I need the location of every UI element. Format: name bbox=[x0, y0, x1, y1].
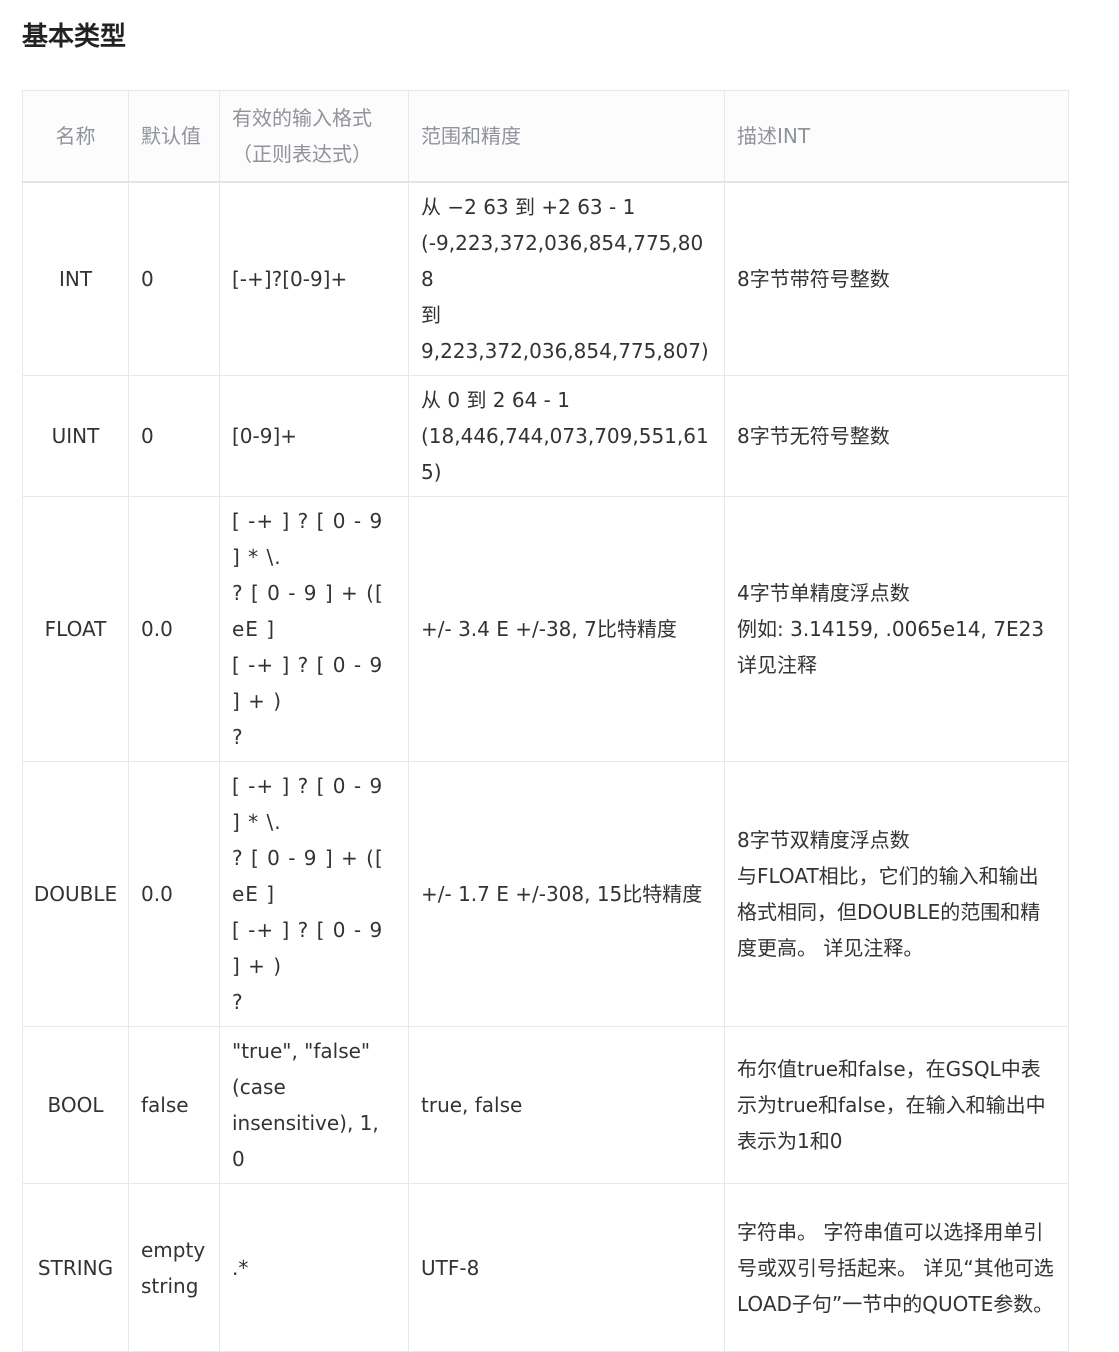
description: 字符串。 字符串值可以选择用单引号或双引号括起来。 详见“其他可选LOAD子句”… bbox=[724, 1183, 1069, 1352]
type-name: FLOAT bbox=[22, 496, 129, 762]
section-title: 基本类型 bbox=[22, 22, 127, 52]
input-format: [-+]?[0-9]+ bbox=[219, 181, 409, 376]
description: 8字节双精度浮点数 与FLOAT相比，它们的输入和输出格式相同，但DOUBLE的… bbox=[724, 761, 1069, 1027]
header-format: 有效的输入格式 （正则表达式） bbox=[219, 90, 409, 183]
table-row: BOOL false "true", "false" (case insensi… bbox=[22, 1026, 1069, 1184]
range-precision: 从 −2 63 到 +2 63 - 1 (-9,223,372,036,854,… bbox=[408, 181, 725, 376]
range-precision: +/- 1.7 E +/-308, 15比特精度 bbox=[408, 761, 725, 1027]
input-format: "true", "false" (case insensitive), 1, 0 bbox=[219, 1026, 409, 1184]
type-name: STRING bbox=[22, 1183, 129, 1352]
header-name: 名称 bbox=[22, 90, 129, 183]
type-name: INT bbox=[22, 181, 129, 376]
default-value: false bbox=[128, 1026, 220, 1184]
table-row: DOUBLE 0.0 [ -+ ] ? [ 0 - 9 ] * \. ? [ 0… bbox=[22, 761, 1069, 1027]
default-value: 0.0 bbox=[128, 761, 220, 1027]
description: 8字节无符号整数 bbox=[724, 375, 1069, 497]
table-row: FLOAT 0.0 [ -+ ] ? [ 0 - 9 ] * \. ? [ 0 … bbox=[22, 496, 1069, 762]
input-format: .* bbox=[219, 1183, 409, 1352]
type-name: BOOL bbox=[22, 1026, 129, 1184]
table-row: UINT 0 [0-9]+ 从 0 到 2 64 - 1 (18,446,744… bbox=[22, 375, 1069, 497]
header-range: 范围和精度 bbox=[408, 90, 725, 183]
header-description: 描述INT bbox=[724, 90, 1069, 183]
default-value: empty string bbox=[128, 1183, 220, 1352]
range-precision: true, false bbox=[408, 1026, 725, 1184]
table-header-row: 名称 默认值 有效的输入格式 （正则表达式） 范围和精度 描述INT bbox=[22, 90, 1069, 183]
range-precision: +/- 3.4 E +/-38, 7比特精度 bbox=[408, 496, 725, 762]
basic-types-table: 名称 默认值 有效的输入格式 （正则表达式） 范围和精度 描述INT INT 0… bbox=[22, 90, 1069, 1352]
description: 布尔值true和false，在GSQL中表示为true和false，在输入和输出… bbox=[724, 1026, 1069, 1184]
type-name: UINT bbox=[22, 375, 129, 497]
input-format: [ -+ ] ? [ 0 - 9 ] * \. ? [ 0 - 9 ] + ([… bbox=[219, 496, 409, 762]
input-format: [ -+ ] ? [ 0 - 9 ] * \. ? [ 0 - 9 ] + ([… bbox=[219, 761, 409, 1027]
range-precision: 从 0 到 2 64 - 1 (18,446,744,073,709,551,6… bbox=[408, 375, 725, 497]
default-value: 0 bbox=[128, 181, 220, 376]
input-format: [0-9]+ bbox=[219, 375, 409, 497]
header-default: 默认值 bbox=[128, 90, 220, 183]
table-row: STRING empty string .* UTF-8 字符串。 字符串值可以… bbox=[22, 1183, 1069, 1352]
range-precision: UTF-8 bbox=[408, 1183, 725, 1352]
default-value: 0.0 bbox=[128, 496, 220, 762]
description: 8字节带符号整数 bbox=[724, 181, 1069, 376]
default-value: 0 bbox=[128, 375, 220, 497]
table-row: INT 0 [-+]?[0-9]+ 从 −2 63 到 +2 63 - 1 (-… bbox=[22, 181, 1069, 376]
description: 4字节单精度浮点数 例如: 3.14159, .0065e14, 7E23 详见… bbox=[724, 496, 1069, 762]
type-name: DOUBLE bbox=[22, 761, 129, 1027]
